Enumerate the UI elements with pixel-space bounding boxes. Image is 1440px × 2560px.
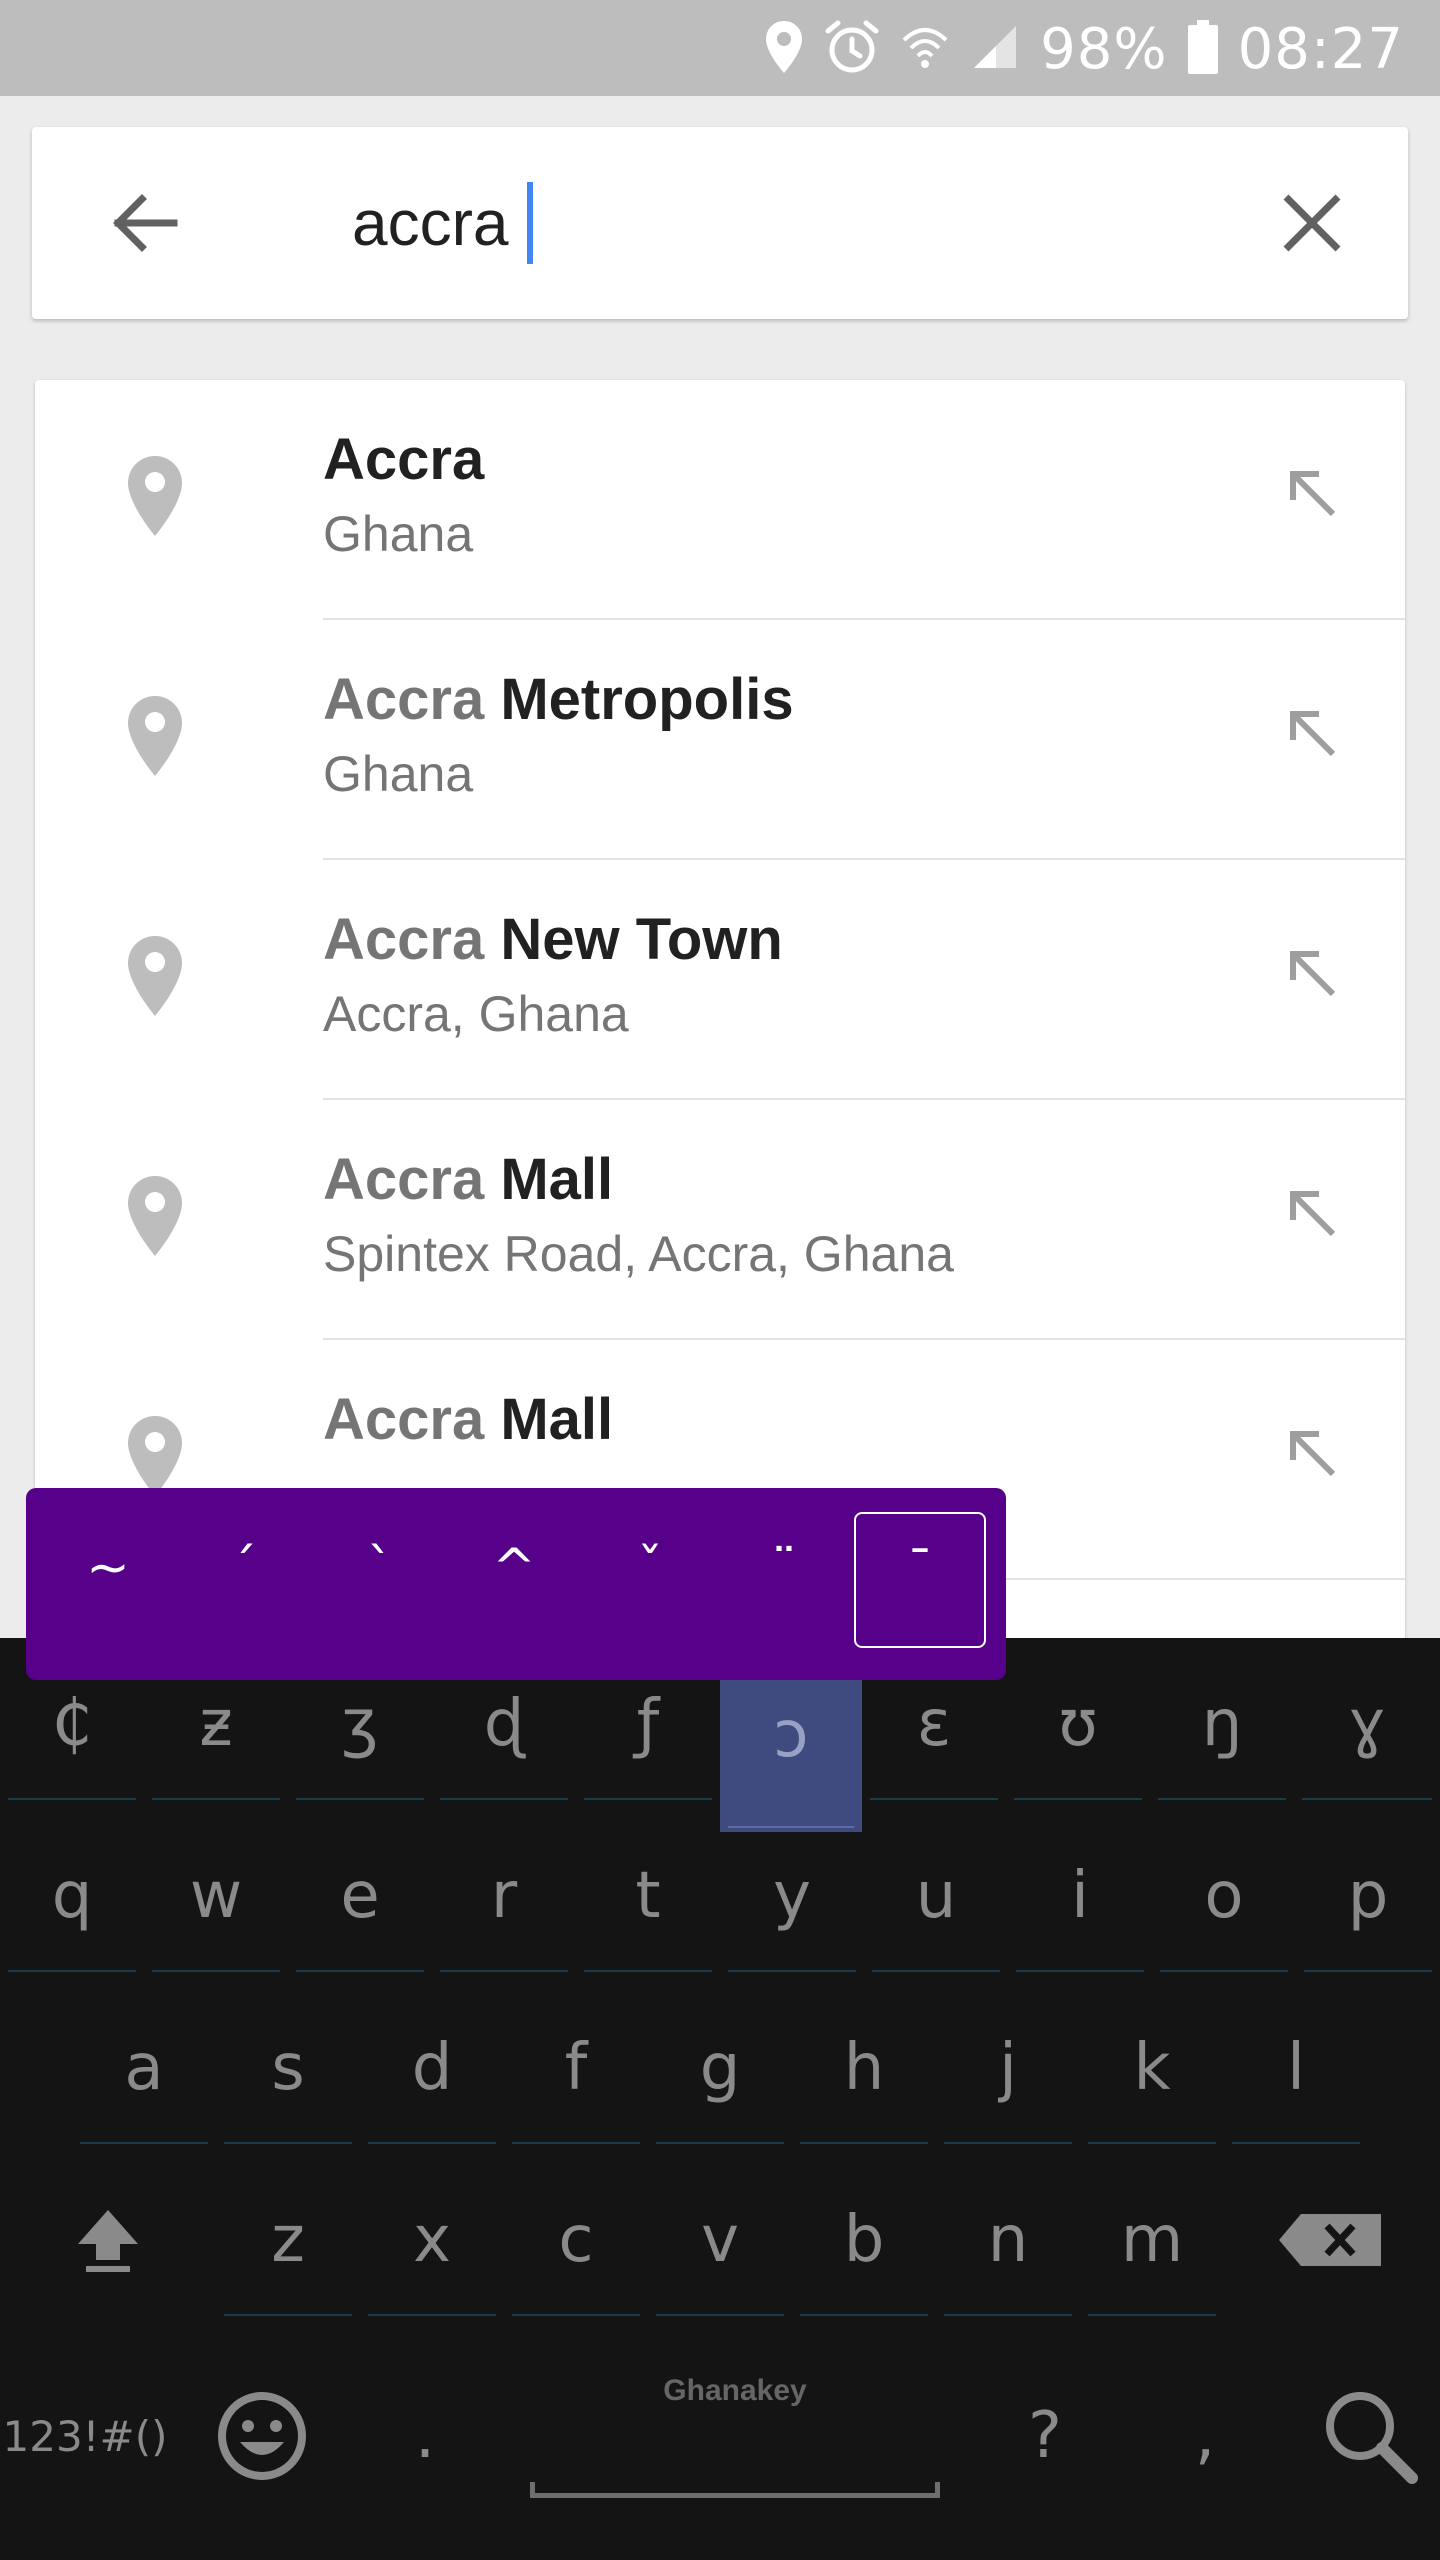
keyboard-row-1: q w e r t y u i o p <box>0 1810 1440 1982</box>
diacritics-popup: ~ ´ ` ^ ˇ ¨ ¯ <box>26 1488 1006 1680</box>
shift-key[interactable] <box>0 2160 216 2320</box>
diacritic-key-acute[interactable]: ´ <box>178 1512 310 1648</box>
search-key[interactable] <box>1300 2356 1440 2516</box>
fill-query-arrow-icon[interactable] <box>1285 1426 1341 1482</box>
diacritic-key-diaeresis[interactable]: ¨ <box>718 1512 850 1648</box>
place-pin-icon <box>128 936 182 1016</box>
fill-query-arrow-icon[interactable] <box>1285 466 1341 522</box>
suggestion-subtitle: Spintex Road, Accra, Ghana <box>323 1226 954 1282</box>
space-bar[interactable]: Ghanakey <box>530 2346 940 2526</box>
key-d[interactable]: d <box>360 1988 504 2148</box>
close-icon <box>1283 194 1341 252</box>
suggestions-list: Accra Ghana Accra Metropolis Ghana Accra… <box>35 380 1405 1640</box>
diacritic-key-caron[interactable]: ˇ <box>584 1512 716 1648</box>
key-k[interactable]: k <box>1080 1988 1224 2148</box>
key[interactable]: ʊ <box>1006 1644 1150 1804</box>
suggestion-subtitle: Ghana <box>323 746 474 802</box>
location-icon <box>764 19 804 79</box>
key-y[interactable]: y <box>720 1816 864 1976</box>
suggestion-row-accra-new-town[interactable]: Accra New Town Accra, Ghana <box>35 860 1405 1100</box>
place-pin-icon <box>128 1176 182 1256</box>
key-n[interactable]: n <box>936 2160 1080 2320</box>
suggestion-title: Accra Metropolis <box>323 667 794 732</box>
key-z[interactable]: z <box>216 2160 360 2320</box>
period-key[interactable]: . <box>360 2356 490 2516</box>
diacritic-key-macron[interactable]: ¯ <box>854 1512 986 1648</box>
key-a[interactable]: a <box>72 1988 216 2148</box>
question-key[interactable]: ? <box>980 2356 1110 2516</box>
key-b[interactable]: b <box>792 2160 936 2320</box>
diacritic-key-grave[interactable]: ` <box>314 1512 446 1648</box>
backspace-key[interactable] <box>1224 2160 1440 2320</box>
clear-button[interactable] <box>1272 183 1352 263</box>
key-v[interactable]: v <box>648 2160 792 2320</box>
signal-icon <box>970 22 1020 76</box>
key-x[interactable]: x <box>360 2160 504 2320</box>
suggestion-subtitle: Ghana <box>323 506 474 562</box>
key-j[interactable]: j <box>936 1988 1080 2148</box>
diacritic-key-circumflex[interactable]: ^ <box>448 1512 580 1648</box>
suggestion-title: Accra New Town <box>323 907 783 972</box>
search-bar: accra <box>32 127 1408 319</box>
search-query: accra <box>352 187 509 259</box>
key-e[interactable]: e <box>288 1816 432 1976</box>
suggestion-title: Accra Mall <box>323 1387 614 1452</box>
suggestion-title: Accra <box>323 427 485 492</box>
place-pin-icon <box>128 696 182 776</box>
key-o[interactable]: o <box>1152 1816 1296 1976</box>
keyboard-name-label: Ghanakey <box>663 2374 807 2407</box>
place-pin-icon <box>128 1416 182 1496</box>
key-g[interactable]: g <box>648 1988 792 2148</box>
key-u[interactable]: u <box>864 1816 1008 1976</box>
key-w[interactable]: w <box>144 1816 288 1976</box>
keyboard: ₵ ƶ ʒ ɖ ƒ ɔ ɛ ʊ ŋ ɣ q w e r t y u i o p … <box>0 1638 1440 2560</box>
status-bar: 98% 08:27 <box>0 0 1440 96</box>
search-input[interactable]: accra <box>352 175 533 271</box>
arrow-left-icon <box>113 194 178 252</box>
emoji-icon <box>218 2392 306 2480</box>
keyboard-row-3: z x c v b n m <box>0 2154 1440 2326</box>
suggestion-row-accra[interactable]: Accra Ghana <box>35 380 1405 620</box>
key[interactable]: ɣ <box>1294 1644 1440 1804</box>
clock: 08:27 <box>1237 16 1404 82</box>
key-h[interactable]: h <box>792 1988 936 2148</box>
suggestion-row-accra-mall[interactable]: Accra Mall Spintex Road, Accra, Ghana <box>35 1100 1405 1340</box>
diacritic-key-tilde[interactable]: ~ <box>42 1512 174 1648</box>
fill-query-arrow-icon[interactable] <box>1285 706 1341 762</box>
place-pin-icon <box>128 456 182 536</box>
symbols-key[interactable]: 123!#() <box>0 2356 170 2516</box>
comma-key[interactable]: , <box>1140 2356 1270 2516</box>
key-t[interactable]: t <box>576 1816 720 1976</box>
fill-query-arrow-icon[interactable] <box>1285 946 1341 1002</box>
key-f[interactable]: f <box>504 1988 648 2148</box>
key-s[interactable]: s <box>216 1988 360 2148</box>
key-m[interactable]: m <box>1080 2160 1224 2320</box>
battery-percent: 98% <box>1040 16 1168 82</box>
key-r[interactable]: r <box>432 1816 576 1976</box>
key-l[interactable]: l <box>1224 1988 1368 2148</box>
battery-icon <box>1187 20 1218 78</box>
wifi-icon <box>900 22 950 76</box>
suggestion-subtitle: Accra, Ghana <box>323 986 629 1042</box>
emoji-key[interactable] <box>190 2356 334 2516</box>
backspace-icon <box>1279 2214 1381 2266</box>
shift-icon <box>78 2210 138 2272</box>
alarm-icon <box>824 19 880 79</box>
fill-query-arrow-icon[interactable] <box>1285 1186 1341 1242</box>
back-button[interactable] <box>104 183 184 263</box>
key-i[interactable]: i <box>1008 1816 1152 1976</box>
key-c[interactable]: c <box>504 2160 648 2320</box>
suggestion-title: Accra Mall <box>323 1147 614 1212</box>
keyboard-row-bottom: 123!#() . Ghanakey ? , <box>0 2326 1440 2560</box>
suggestion-row-accra-metropolis[interactable]: Accra Metropolis Ghana <box>35 620 1405 860</box>
key-q[interactable]: q <box>0 1816 144 1976</box>
key-p[interactable]: p <box>1296 1816 1440 1976</box>
space-bar-indicator <box>530 2482 940 2498</box>
search-icon <box>1326 2392 1418 2484</box>
status-icons: 98% 08:27 <box>764 14 1404 84</box>
keyboard-row-2: a s d f g h j k l <box>0 1982 1440 2154</box>
text-cursor <box>526 182 533 264</box>
key[interactable]: ŋ <box>1150 1644 1294 1804</box>
